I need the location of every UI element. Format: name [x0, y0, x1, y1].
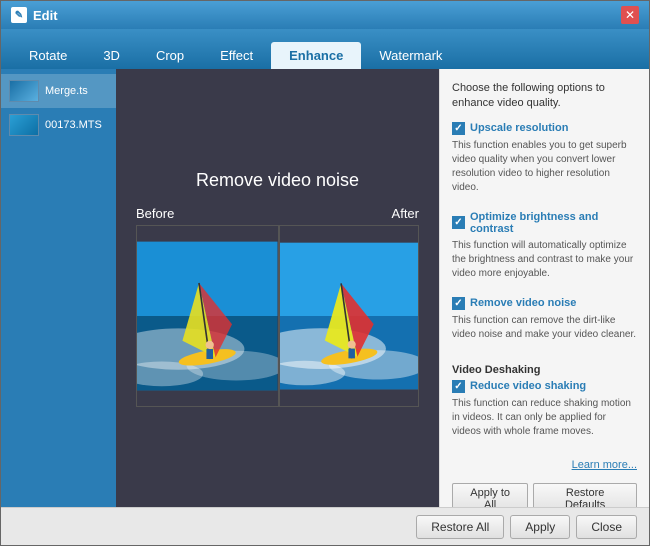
option-brightness: Optimize brightness and contrast This fu…: [452, 211, 637, 287]
apply-button[interactable]: Apply: [510, 515, 570, 539]
learn-more-link[interactable]: Learn more...: [452, 459, 637, 471]
restore-defaults-button[interactable]: Restore Defaults: [533, 483, 637, 507]
title-bar: ✎ Edit ✕: [1, 1, 649, 29]
desc-deshaking: This function can reduce shaking motion …: [452, 397, 637, 439]
checkbox-noise[interactable]: [452, 297, 465, 310]
content-area: Merge.ts 00173.MTS Remove video noise Be…: [1, 69, 649, 507]
window-title: Edit: [33, 8, 58, 23]
label-deshaking[interactable]: Reduce video shaking: [470, 380, 586, 392]
tab-rotate[interactable]: Rotate: [11, 42, 85, 69]
before-label: Before: [136, 206, 174, 221]
preview-title: Remove video noise: [196, 170, 359, 191]
checkbox-brightness[interactable]: [452, 216, 465, 229]
preview-split: [136, 225, 419, 407]
close-window-button[interactable]: ✕: [621, 6, 639, 24]
desc-noise: This function can remove the dirt-like v…: [452, 314, 637, 342]
main-preview-panel: Remove video noise Before After: [116, 69, 439, 507]
desc-brightness: This function will automatically optimiz…: [452, 239, 637, 281]
restore-all-button[interactable]: Restore All: [416, 515, 504, 539]
main-window: ✎ Edit ✕ Rotate 3D Crop Effect Enhance W…: [0, 0, 650, 546]
tab-3d[interactable]: 3D: [85, 42, 138, 69]
tab-watermark[interactable]: Watermark: [361, 42, 460, 69]
close-button[interactable]: Close: [576, 515, 637, 539]
sidebar: Merge.ts 00173.MTS: [1, 69, 116, 507]
option-noise-header: Remove video noise: [452, 297, 637, 310]
sidebar-label-merge: Merge.ts: [45, 85, 88, 97]
option-deshaking: Reduce video shaking This function can r…: [452, 380, 637, 445]
option-brightness-header: Optimize brightness and contrast: [452, 211, 637, 235]
option-noise: Remove video noise This function can rem…: [452, 297, 637, 348]
sidebar-item-merge[interactable]: Merge.ts: [1, 74, 116, 108]
checkbox-upscale[interactable]: [452, 122, 465, 135]
tab-crop[interactable]: Crop: [138, 42, 202, 69]
sidebar-thumb-merge: [9, 80, 39, 102]
sidebar-item-mts[interactable]: 00173.MTS: [1, 108, 116, 142]
desc-upscale: This function enables you to get superb …: [452, 139, 637, 195]
after-image: [278, 226, 419, 406]
right-panel: Choose the following options to enhance …: [439, 69, 649, 507]
option-upscale-header: Upscale resolution: [452, 122, 637, 135]
sidebar-thumb-mts: [9, 114, 39, 136]
title-bar-left: ✎ Edit: [11, 7, 58, 23]
option-upscale: Upscale resolution This function enables…: [452, 122, 637, 201]
sidebar-label-mts: 00173.MTS: [45, 119, 102, 131]
tab-effect[interactable]: Effect: [202, 42, 271, 69]
bottom-bar: Restore All Apply Close: [1, 507, 649, 545]
preview-container: Before After: [136, 206, 419, 407]
section-header-deshaking: Video Deshaking: [452, 364, 637, 376]
edit-icon: ✎: [11, 7, 27, 23]
checkbox-deshaking[interactable]: [452, 380, 465, 393]
right-panel-intro: Choose the following options to enhance …: [452, 81, 637, 112]
label-noise[interactable]: Remove video noise: [470, 297, 576, 309]
option-deshaking-header: Reduce video shaking: [452, 380, 637, 393]
apply-to-all-button[interactable]: Apply to All: [452, 483, 528, 507]
after-label: After: [392, 206, 419, 221]
nav-tabs: Rotate 3D Crop Effect Enhance Watermark: [1, 29, 649, 69]
label-brightness[interactable]: Optimize brightness and contrast: [470, 211, 637, 235]
before-image: [137, 226, 278, 406]
tab-enhance[interactable]: Enhance: [271, 42, 361, 69]
label-upscale[interactable]: Upscale resolution: [470, 122, 568, 134]
secondary-buttons: Apply to All Restore Defaults: [452, 483, 637, 507]
